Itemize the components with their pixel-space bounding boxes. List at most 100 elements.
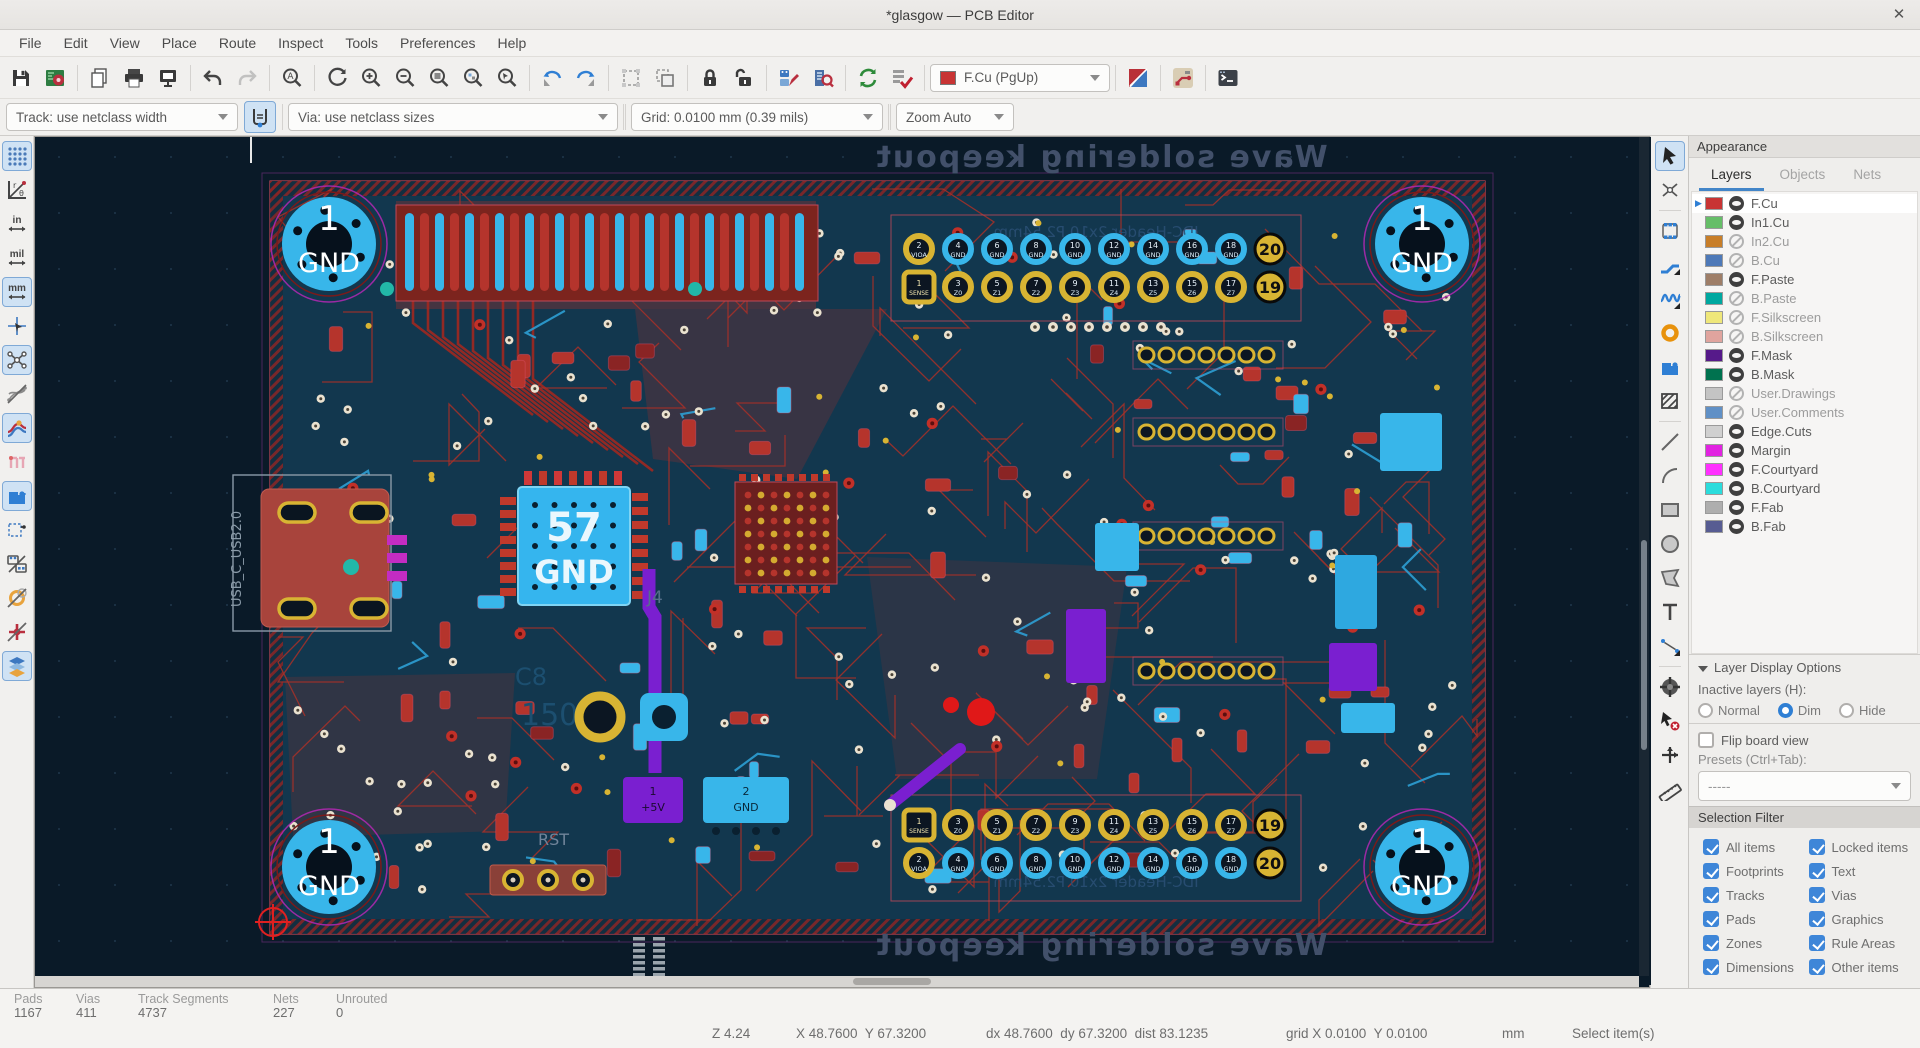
layer-row-f-cu[interactable]: ▶ F.Cu [1692, 194, 1917, 213]
eye-visible-icon[interactable] [1729, 519, 1744, 534]
units-mm-button[interactable]: mm [1, 277, 32, 307]
menu-file[interactable]: File [8, 32, 53, 54]
ratsnest-button[interactable] [1, 345, 32, 375]
lock-button[interactable] [694, 62, 726, 94]
router-settings-button[interactable] [1167, 62, 1199, 94]
zoom-selection-button[interactable] [491, 62, 523, 94]
measure-button[interactable] [1655, 774, 1685, 804]
layer-row-b-mask[interactable]: B.Mask [1692, 365, 1917, 384]
filter-tracks[interactable]: Tracks [1703, 887, 1809, 903]
zoom-in-button[interactable] [355, 62, 387, 94]
add-polygon-button[interactable] [1655, 563, 1685, 593]
zone-outline-button[interactable] [2, 515, 32, 545]
filter-rule-areas[interactable]: Rule Areas [1808, 935, 1915, 951]
vertical-scrollbar[interactable] [1639, 137, 1649, 976]
add-rule-area-button[interactable] [1655, 386, 1685, 416]
layer-stack-button[interactable] [1, 651, 32, 681]
add-line-button[interactable] [1655, 427, 1685, 457]
eye-visible-icon[interactable] [1729, 215, 1744, 230]
layer-row-edge-cuts[interactable]: Edge.Cuts [1692, 422, 1917, 441]
grid-origin-button[interactable] [1655, 740, 1685, 770]
layer-selector-dropdown[interactable]: F.Cu (PgUp) [930, 63, 1110, 92]
layer-color-swatch[interactable] [1705, 311, 1723, 324]
tab-layers[interactable]: Layers [1699, 163, 1764, 191]
grid-button[interactable] [1, 141, 32, 171]
eye-hidden-icon[interactable] [1729, 291, 1744, 306]
delete-tool-button[interactable] [1655, 706, 1685, 736]
radio-normal[interactable]: Normal [1698, 703, 1760, 718]
layer-row-f-paste[interactable]: F.Paste [1692, 270, 1917, 289]
layer-color-swatch[interactable] [1705, 216, 1723, 229]
horizontal-scrollbar[interactable] [35, 976, 1639, 987]
filter-text[interactable]: Text [1808, 863, 1915, 879]
route-tracks-button[interactable] [1655, 250, 1685, 280]
layer-color-swatch[interactable] [1705, 520, 1723, 533]
undo-button[interactable] [197, 62, 229, 94]
polar-coords-button[interactable]: rθ [2, 175, 32, 205]
filter-dimensions[interactable]: Dimensions [1703, 959, 1809, 975]
layer-color-swatch[interactable] [1705, 254, 1723, 267]
units-mil-button[interactable]: mil [2, 243, 32, 273]
layer-row-margin[interactable]: Margin [1692, 441, 1917, 460]
add-circle-button[interactable] [1655, 529, 1685, 559]
filter-pads[interactable]: Pads [1703, 911, 1809, 927]
layer-color-swatch[interactable] [1705, 387, 1723, 400]
radio-hide[interactable]: Hide [1839, 703, 1886, 718]
menu-inspect[interactable]: Inspect [267, 32, 334, 54]
pcb-canvas[interactable]: IDC-Header 2x10 P2.54mm 2 VIOA 1 SENSE 4 GND 3 Z… [34, 136, 1651, 988]
zoom-out-button[interactable] [389, 62, 421, 94]
pad-sketch-button[interactable] [2, 583, 32, 613]
update-pcb-from-schematic-button[interactable] [773, 62, 805, 94]
eye-visible-icon[interactable] [1729, 500, 1744, 515]
layer-row-f-fab[interactable]: F.Fab [1692, 498, 1917, 517]
layer-color-swatch[interactable] [1705, 482, 1723, 495]
filter-all-items[interactable]: All items [1703, 839, 1809, 855]
layer-color-swatch[interactable] [1705, 406, 1723, 419]
tab-nets[interactable]: Nets [1841, 163, 1893, 191]
eye-visible-icon[interactable] [1729, 367, 1744, 382]
find-button[interactable]: A [276, 62, 308, 94]
footprint-browser-button[interactable] [807, 62, 839, 94]
layer-color-swatch[interactable] [1705, 330, 1723, 343]
eye-hidden-icon[interactable] [1729, 234, 1744, 249]
filter-graphics[interactable]: Graphics [1808, 911, 1915, 927]
eye-visible-icon[interactable] [1729, 443, 1744, 458]
eye-hidden-icon[interactable] [1729, 386, 1744, 401]
eye-hidden-icon[interactable] [1729, 253, 1744, 268]
add-dimension-button[interactable] [1655, 631, 1685, 661]
flip-board-checkbox[interactable] [1698, 732, 1714, 748]
flip-board-view[interactable]: Flip board view [1698, 732, 1911, 748]
layer-row-b-fab[interactable]: B.Fab [1692, 517, 1917, 536]
tune-length-button[interactable] [1655, 284, 1685, 314]
refresh-button[interactable] [321, 62, 353, 94]
unlock-button[interactable] [728, 62, 760, 94]
eye-visible-icon[interactable] [1729, 481, 1744, 496]
page-settings-button[interactable] [84, 62, 116, 94]
auto-track-width-toggle[interactable] [244, 101, 276, 133]
layer-row-b-cu[interactable]: B.Cu [1692, 251, 1917, 270]
board-setup-button[interactable] [39, 62, 71, 94]
menu-place[interactable]: Place [151, 32, 208, 54]
eye-hidden-icon[interactable] [1729, 405, 1744, 420]
filter-vias[interactable]: Vias [1808, 887, 1915, 903]
layer-color-swatch[interactable] [1705, 349, 1723, 362]
footprint-links-button[interactable] [2, 549, 32, 579]
zoom-dropdown[interactable]: Zoom Auto [896, 103, 1014, 131]
add-zone-button[interactable] [1655, 352, 1685, 382]
layer-row-user-comments[interactable]: User.Comments [1692, 403, 1917, 422]
filter-locked-items[interactable]: Locked items [1808, 839, 1915, 855]
eye-visible-icon[interactable] [1729, 348, 1744, 363]
filter-other-items[interactable]: Other items [1808, 959, 1915, 975]
zoom-objects-button[interactable] [457, 62, 489, 94]
filter-zones[interactable]: Zones [1703, 935, 1809, 951]
layer-pair-button[interactable] [1122, 62, 1154, 94]
add-rect-button[interactable] [1655, 495, 1685, 525]
menu-preferences[interactable]: Preferences [389, 32, 486, 54]
ungroup-button[interactable] [649, 62, 681, 94]
via-size-dropdown[interactable]: Via: use netclass sizes [288, 103, 618, 131]
close-icon[interactable]: ✕ [1888, 4, 1910, 26]
track-width-dropdown[interactable]: Track: use netclass width [6, 103, 238, 131]
grid-dropdown[interactable]: Grid: 0.0100 mm (0.39 mils) [631, 103, 883, 131]
layer-row-f-silkscreen[interactable]: F.Silkscreen [1692, 308, 1917, 327]
layer-color-swatch[interactable] [1705, 197, 1723, 210]
